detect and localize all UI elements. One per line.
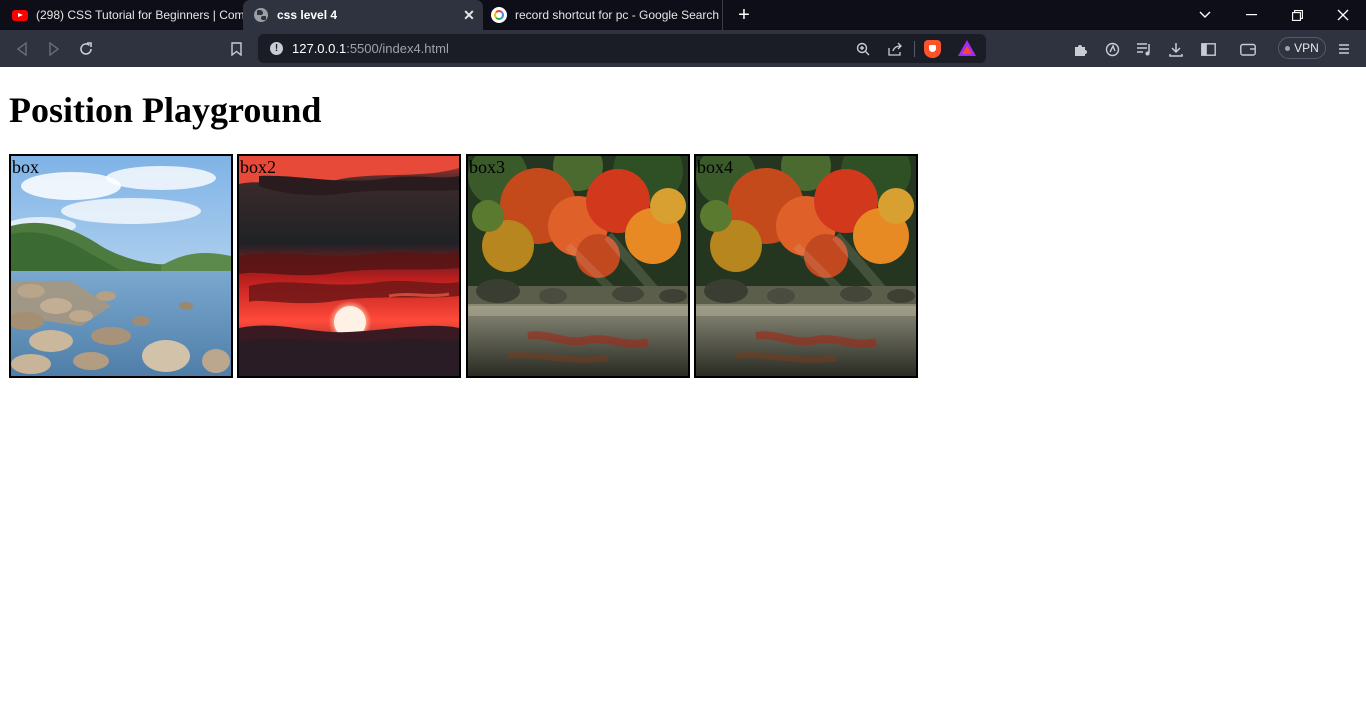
site-info-icon[interactable]: ! <box>270 42 283 55</box>
url-divider <box>914 41 915 57</box>
vpn-label: VPN <box>1294 41 1319 55</box>
box-label: box3 <box>469 157 505 177</box>
autumn-garden-image <box>468 156 688 376</box>
tab-google-search[interactable]: record shortcut for pc - Google Search <box>483 0 723 30</box>
close-tab-icon[interactable]: ✕ <box>461 7 477 23</box>
tab-search-chevron-icon[interactable] <box>1182 0 1228 30</box>
menu-icon[interactable] <box>1332 37 1356 61</box>
sidebar-icon[interactable] <box>1196 37 1220 61</box>
google-icon <box>491 7 507 23</box>
globe-icon <box>253 7 269 23</box>
zoom-icon[interactable] <box>853 39 873 59</box>
tab-active-css-level-4[interactable]: css level 4 ✕ <box>243 0 483 30</box>
box-4: box4 <box>694 154 918 378</box>
tab-strip: (298) CSS Tutorial for Beginners | Com c… <box>0 0 1366 30</box>
close-window-button[interactable] <box>1320 0 1366 30</box>
brave-rewards-icon[interactable] <box>958 40 976 56</box>
box-label: box4 <box>697 157 733 177</box>
share-icon[interactable] <box>885 39 905 59</box>
youtube-icon <box>12 7 28 23</box>
page-viewport: Position Playground box box2 box3 box4 <box>0 67 1366 720</box>
back-icon[interactable] <box>10 37 34 61</box>
tab-title: record shortcut for pc - Google Search <box>515 8 720 22</box>
tab-title: (298) CSS Tutorial for Beginners | Com <box>36 8 243 22</box>
box-3: box3 <box>466 154 690 378</box>
leo-ai-icon[interactable] <box>1100 37 1124 61</box>
address-bar[interactable]: ! 127.0.0.1:5500/index4.html <box>258 34 986 63</box>
download-icon[interactable] <box>1164 37 1188 61</box>
browser-toolbar: ! 127.0.0.1:5500/index4.html VPN <box>0 30 1366 67</box>
vpn-button[interactable]: VPN <box>1278 37 1326 59</box>
tab-youtube[interactable]: (298) CSS Tutorial for Beginners | Com <box>0 0 243 30</box>
forward-icon[interactable] <box>42 37 66 61</box>
box-2: box2 <box>237 154 461 378</box>
box-label: box2 <box>240 157 276 177</box>
box-1: box <box>9 154 233 378</box>
sunset-image <box>239 156 459 376</box>
wallet-icon[interactable] <box>1236 37 1260 61</box>
bookmark-icon[interactable] <box>224 37 248 61</box>
reload-icon[interactable] <box>74 37 98 61</box>
box-label: box <box>12 157 39 177</box>
url-text[interactable]: 127.0.0.1:5500/index4.html <box>292 41 449 56</box>
playlist-icon[interactable] <box>1132 37 1156 61</box>
brave-shields-icon[interactable] <box>924 40 941 58</box>
new-tab-button[interactable]: + <box>733 4 755 26</box>
lake-landscape-image <box>11 156 231 376</box>
autumn-garden-image <box>696 156 916 376</box>
page-title: Position Playground <box>9 90 322 130</box>
restore-button[interactable] <box>1274 0 1320 30</box>
minimize-button[interactable] <box>1228 0 1274 30</box>
vpn-status-dot <box>1285 45 1291 51</box>
tab-title: css level 4 <box>277 8 338 22</box>
extensions-icon[interactable] <box>1068 37 1092 61</box>
